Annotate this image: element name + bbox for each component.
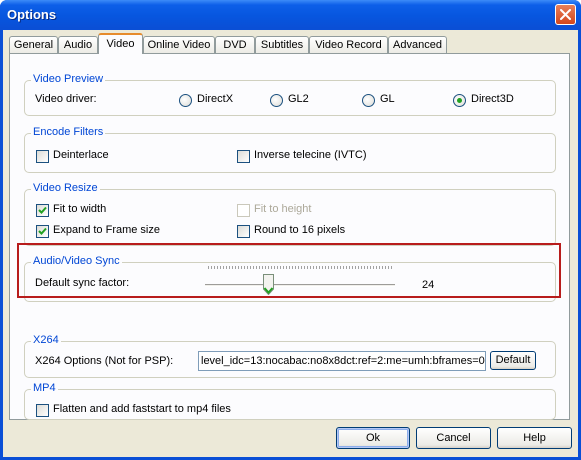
tab-label: Audio bbox=[63, 39, 93, 51]
round16-label[interactable]: Round to 16 pixels bbox=[254, 224, 345, 236]
title-bar[interactable]: Options bbox=[0, 0, 581, 30]
fit-height-checkbox[interactable] bbox=[237, 204, 250, 217]
deinterlace-checkbox[interactable] bbox=[36, 150, 49, 163]
group-label: Video Resize bbox=[31, 182, 100, 194]
tab-advanced[interactable]: Advanced bbox=[388, 36, 447, 53]
tab-subtitles[interactable]: Subtitles bbox=[255, 36, 309, 53]
radio-direct3d-label[interactable]: Direct3D bbox=[471, 93, 514, 105]
radio-gl-label[interactable]: GL bbox=[380, 93, 395, 105]
tab-dvd[interactable]: DVD bbox=[215, 36, 255, 53]
group-label: X264 bbox=[31, 334, 61, 346]
deinterlace-label[interactable]: Deinterlace bbox=[53, 149, 109, 161]
x264-options-label: X264 Options (Not for PSP): bbox=[35, 355, 174, 367]
ivtc-checkbox[interactable] bbox=[237, 150, 250, 163]
tab-label: Video bbox=[106, 38, 135, 50]
tab-audio[interactable]: Audio bbox=[58, 36, 98, 53]
tab-label: Online Video bbox=[147, 39, 211, 51]
round16-checkbox[interactable] bbox=[237, 225, 250, 238]
button-label: Default bbox=[495, 354, 531, 366]
help-button[interactable]: Help bbox=[497, 427, 572, 449]
tab-label: DVD bbox=[223, 39, 247, 51]
window-title: Options bbox=[7, 7, 57, 22]
tab-label: Advanced bbox=[393, 39, 442, 51]
fit-width-checkbox[interactable] bbox=[36, 204, 49, 217]
x264-group: X264 X264 Options (Not for PSP): level_i… bbox=[24, 334, 556, 378]
radio-selected-dot bbox=[457, 98, 462, 103]
group-label: MP4 bbox=[31, 382, 58, 394]
tab-online-video[interactable]: Online Video bbox=[143, 36, 215, 53]
video-driver-label: Video driver: bbox=[35, 93, 97, 105]
ivtc-label[interactable]: Inverse telecine (IVTC) bbox=[254, 149, 366, 161]
fit-width-label[interactable]: Fit to width bbox=[53, 203, 106, 215]
radio-directx[interactable] bbox=[179, 94, 192, 107]
button-label: Cancel bbox=[436, 432, 471, 444]
video-preview-group: Video Preview Video driver: DirectX GL2 … bbox=[24, 73, 556, 116]
tab-video[interactable]: Video bbox=[98, 33, 143, 54]
close-icon bbox=[560, 9, 571, 20]
options-window: Options General Audio Video Online Video… bbox=[0, 0, 581, 460]
x264-options-input[interactable]: level_idc=13:nocabac:no8x8dct:ref=2:me=u… bbox=[198, 351, 486, 371]
tab-general[interactable]: General bbox=[9, 36, 58, 53]
faststart-checkbox[interactable] bbox=[36, 404, 49, 417]
checkmark-icon bbox=[38, 206, 47, 214]
expand-frame-checkbox[interactable] bbox=[36, 225, 49, 238]
encode-filters-group: Encode Filters Deinterlace Inverse telec… bbox=[24, 126, 556, 173]
radio-direct3d[interactable] bbox=[453, 94, 466, 107]
video-tab-panel: Video Preview Video driver: DirectX GL2 … bbox=[9, 53, 570, 420]
radio-gl2-label[interactable]: GL2 bbox=[288, 93, 309, 105]
tab-label: General bbox=[13, 39, 54, 51]
expand-frame-label[interactable]: Expand to Frame size bbox=[53, 224, 160, 236]
x264-default-button[interactable]: Default bbox=[490, 351, 536, 370]
tab-label: Video Record bbox=[315, 39, 382, 51]
button-label: Help bbox=[523, 432, 546, 444]
fit-height-label[interactable]: Fit to height bbox=[254, 203, 311, 215]
ok-button[interactable]: Ok bbox=[336, 427, 410, 449]
mp4-group: MP4 Flatten and add faststart to mp4 fil… bbox=[24, 382, 556, 420]
checkmark-icon bbox=[38, 227, 47, 235]
radio-gl[interactable] bbox=[362, 94, 375, 107]
radio-gl2[interactable] bbox=[270, 94, 283, 107]
video-resize-group: Video Resize Fit to width Fit to height … bbox=[24, 182, 556, 246]
group-label: Encode Filters bbox=[31, 126, 106, 138]
tab-label: Subtitles bbox=[260, 39, 304, 51]
tab-video-record[interactable]: Video Record bbox=[309, 36, 388, 53]
av-sync-highlight-box bbox=[17, 243, 561, 298]
radio-directx-label[interactable]: DirectX bbox=[197, 93, 233, 105]
faststart-label[interactable]: Flatten and add faststart to mp4 files bbox=[53, 403, 231, 415]
group-label: Video Preview bbox=[31, 73, 106, 85]
cancel-button[interactable]: Cancel bbox=[416, 427, 491, 449]
close-button[interactable] bbox=[555, 4, 576, 25]
button-label: Ok bbox=[365, 432, 381, 444]
